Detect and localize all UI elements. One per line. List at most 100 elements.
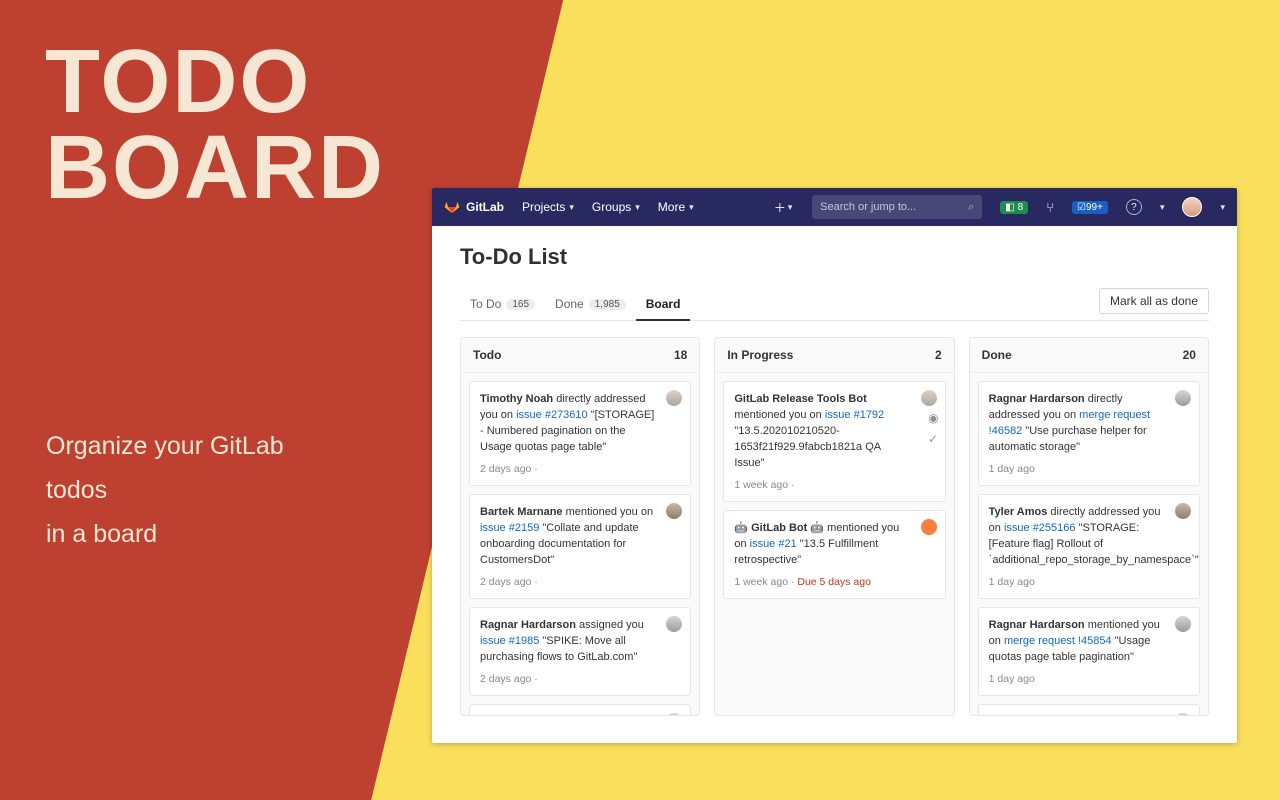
tab-done[interactable]: Done1,985 — [545, 289, 636, 319]
tab-board[interactable]: Board — [636, 289, 691, 321]
marketing-subtitle: Organize your GitLab todos in a board — [46, 425, 284, 556]
card-author: Ragnar Hardarson — [989, 393, 1085, 405]
user-avatar[interactable] — [1182, 197, 1202, 217]
card-text: Ragnar Hardarson directly addressed you … — [989, 392, 1189, 456]
todo-card[interactable]: Ragnar Hardarson assigned you issue #198… — [469, 607, 691, 696]
column-done-title: Done — [982, 348, 1012, 362]
card-avatar — [921, 519, 937, 535]
column-done: Done 20 Ragnar Hardarson directly address… — [969, 337, 1209, 716]
approved-icon: ✓ — [928, 431, 938, 448]
todo-card[interactable]: ◉✓GitLab Release Tools Bot mentioned you… — [723, 381, 945, 502]
card-avatar — [1175, 503, 1191, 519]
search-icon: ⌕ — [968, 201, 974, 214]
card-author: GitLab Release Tools Bot — [734, 393, 866, 405]
card-text: 🤖 GitLab Bot 🤖 mentioned you on issue #2… — [734, 521, 934, 569]
nav-projects[interactable]: Projects▾ — [522, 200, 574, 214]
column-done-body[interactable]: Ragnar Hardarson directly addressed you … — [970, 373, 1208, 715]
todo-card[interactable]: Ragnar Hardarson directly addressed you … — [978, 381, 1200, 486]
issue-icon: ◧ — [1005, 202, 1014, 213]
card-author: Tyler Amos — [989, 506, 1048, 518]
search-input[interactable] — [820, 201, 968, 213]
chevron-down-icon: ▾ — [1220, 202, 1225, 213]
merge-request-icon[interactable]: ⑂ — [1046, 200, 1054, 215]
column-done-count: 20 — [1183, 348, 1196, 362]
marketing-sub-line2: todos — [46, 469, 284, 513]
card-meta: 1 day ago — [989, 462, 1189, 477]
nav-groups[interactable]: Groups▾ — [592, 200, 640, 214]
card-text: Ragnar Hardarson mentioned you on merge … — [989, 618, 1189, 666]
global-search[interactable]: ⌕ — [812, 195, 982, 219]
column-todo-count: 18 — [674, 348, 687, 362]
todos-badge[interactable]: ☑99+ — [1072, 201, 1108, 214]
card-author: 🤖 GitLab Bot 🤖 — [734, 522, 824, 534]
card-link[interactable]: merge request !46582 — [989, 409, 1150, 437]
gitlab-logo-icon — [444, 198, 460, 217]
marketing-title-line2: BOARD — [45, 126, 385, 212]
card-meta: 2 days ago · — [480, 462, 680, 477]
card-link[interactable]: issue #1792 — [825, 409, 884, 421]
todo-card[interactable]: Ragnar Hardarson mentioned you on merge … — [978, 607, 1200, 696]
brand-name: GitLab — [466, 200, 504, 214]
card-meta: 1 day ago — [989, 575, 1189, 590]
card-link[interactable]: issue #273610 — [516, 409, 588, 421]
card-link[interactable]: issue #1985 — [480, 635, 539, 647]
marketing-sub-line1: Organize your GitLab — [46, 425, 284, 469]
nav-more[interactable]: More▾ — [658, 200, 694, 214]
brand-logo[interactable]: GitLab — [444, 198, 504, 217]
mark-all-done-button[interactable]: Mark all as done — [1099, 288, 1209, 314]
page-title: To-Do List — [460, 244, 1209, 270]
card-meta: 2 days ago · — [480, 575, 680, 590]
column-inprogress: In Progress 2 ◉✓GitLab Release Tools Bot … — [714, 337, 954, 716]
card-meta: 1 day ago — [989, 672, 1189, 687]
card-avatar — [1175, 390, 1191, 406]
tab-todo[interactable]: To Do165 — [460, 289, 545, 319]
card-text: Bartek Marnane mentioned you on issue #2… — [480, 505, 680, 569]
tab-todo-count: 165 — [506, 299, 535, 310]
column-inprogress-title: In Progress — [727, 348, 793, 362]
tab-row: To Do165 Done1,985 Board Mark all as don… — [460, 288, 1209, 321]
marketing-title-line1: TODO — [45, 40, 385, 126]
top-navbar: GitLab Projects▾ Groups▾ More▾ ＋▾ ⌕ ◧8 ⑂… — [432, 188, 1237, 226]
card-text: Timothy Noah directly addressed you on i… — [480, 392, 680, 456]
todo-card[interactable]: Ragnar Hardarson directly addressed you … — [978, 704, 1200, 715]
todo-card[interactable]: 🤖 GitLab Bot 🤖 mentioned you on issue #2… — [723, 510, 945, 599]
new-menu[interactable]: ＋▾ — [772, 196, 794, 218]
card-text: GitLab Release Tools Bot mentioned you o… — [734, 392, 934, 472]
card-due: Due 5 days ago — [797, 576, 871, 588]
chevron-down-icon: ▾ — [788, 202, 793, 213]
card-text: Tyler Amos directly addressed you on iss… — [989, 505, 1189, 569]
chevron-down-icon: ▾ — [1160, 202, 1165, 213]
todo-card[interactable]: Tyler Amos directly addressed you on iss… — [978, 494, 1200, 599]
card-link[interactable]: issue #2159 — [480, 522, 539, 534]
card-author: Ragnar Hardarson — [989, 619, 1085, 631]
card-meta: 1 week ago · — [734, 478, 934, 493]
column-inprogress-body[interactable]: ◉✓GitLab Release Tools Bot mentioned you… — [715, 373, 953, 615]
column-inprogress-count: 2 — [935, 348, 942, 362]
issues-badge[interactable]: ◧8 — [1000, 201, 1028, 214]
column-todo: Todo 18 Timothy Noah directly addressed y… — [460, 337, 700, 716]
card-meta: 1 week ago · Due 5 days ago — [734, 575, 934, 590]
plus-icon: ＋ — [774, 199, 786, 216]
todo-card[interactable]: Bartek Marnane mentioned you on issue #2… — [469, 494, 691, 599]
tab-done-count: 1,985 — [589, 299, 626, 310]
column-todo-body[interactable]: Timothy Noah directly addressed you on i… — [461, 373, 699, 715]
card-text: Ragnar Hardarson assigned you issue #198… — [480, 618, 680, 666]
card-author: Bartek Marnane — [480, 506, 563, 518]
marketing-sub-line3: in a board — [46, 513, 284, 557]
card-link[interactable]: merge request !45854 — [1004, 635, 1112, 647]
screenshot-window: GitLab Projects▾ Groups▾ More▾ ＋▾ ⌕ ◧8 ⑂… — [432, 188, 1237, 743]
marketing-title: TODO BOARD — [45, 40, 385, 211]
column-todo-title: Todo — [473, 348, 501, 362]
help-icon[interactable]: ? — [1126, 199, 1142, 215]
chevron-down-icon: ▾ — [635, 202, 640, 213]
chevron-down-icon: ▾ — [689, 202, 694, 213]
todo-card[interactable]: Ragnar Hardarson mentioned you on merge … — [469, 704, 691, 715]
card-link[interactable]: issue #21 — [750, 538, 797, 550]
check-icon: ☑ — [1077, 202, 1086, 213]
card-avatar — [921, 390, 937, 406]
card-avatar — [1175, 616, 1191, 632]
card-link[interactable]: issue #255166 — [1004, 522, 1076, 534]
todo-card[interactable]: Timothy Noah directly addressed you on i… — [469, 381, 691, 486]
page-content: To-Do List To Do165 Done1,985 Board Mark… — [432, 226, 1237, 743]
card-status-icons: ◉✓ — [928, 410, 938, 449]
